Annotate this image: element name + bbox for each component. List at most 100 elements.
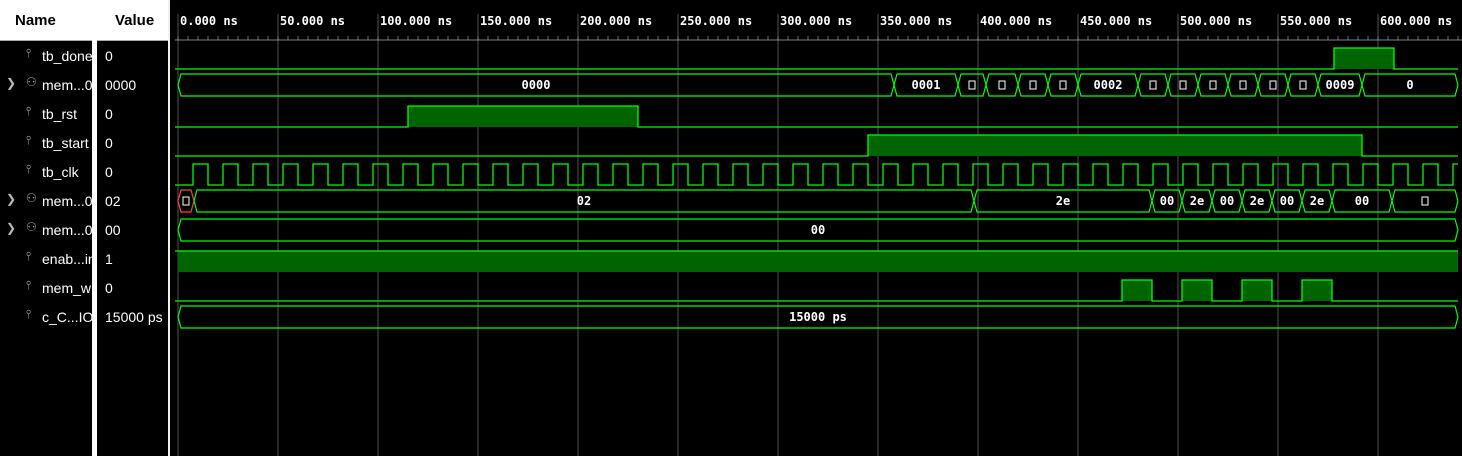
expand-chevron-icon[interactable]: ❯: [6, 192, 16, 206]
mem-bus-1-wave-segment: [1287, 73, 1319, 97]
tb-start-wave-high-fill: [868, 135, 1362, 156]
tb-rst-wave-high-fill: [408, 106, 638, 127]
signal-value-row-tb-done: 0: [97, 42, 168, 71]
signal-name-row-enable[interactable]: ⫯ enab...in: [0, 245, 92, 274]
mem-w-wave-high-fill: [1302, 280, 1332, 301]
signal-value: 0000: [105, 77, 137, 93]
signal-name-row-tb-rst[interactable]: ⫯ tb_rst: [0, 100, 92, 129]
tb-rst-wave-trace: [175, 105, 1458, 128]
expand-chevron-icon[interactable]: ❯: [6, 76, 16, 90]
mem-bus-2-wave-value-label: 00: [1160, 194, 1174, 208]
time-axis-label: 250.000 ns: [680, 14, 752, 28]
mem-bus-2-wave-value-label: 2e: [1056, 194, 1070, 208]
signal-name-row-mem-bus-1[interactable]: ❯ ⚇ mem...0: [0, 71, 92, 100]
mem-bus-1-wave-collapsed-value-icon: [1029, 80, 1037, 90]
mem-w-wave-high-fill: [1182, 280, 1212, 301]
mem-bus-3-wave-value-label: 00: [811, 223, 825, 237]
mem-bus-1-wave-segment: [1257, 73, 1289, 97]
bit-signal-icon: ⫯: [26, 133, 32, 147]
mem-bus-2-wave-segment: [177, 189, 195, 213]
mem-bus-1-wave-value-label: 0001: [912, 78, 941, 92]
time-axis-label: 450.000 ns: [1080, 14, 1152, 28]
time-axis-label: 350.000 ns: [880, 14, 952, 28]
bus-signal-icon: ⚇: [26, 220, 37, 234]
mem-bus-2-wave-collapsed-value-icon: [182, 196, 190, 206]
signal-value: 15000 ps: [105, 309, 163, 325]
tb-done-wave-high-fill: [1334, 48, 1394, 69]
signal-name-row-tb-clk[interactable]: ⫯ tb_clk: [0, 158, 92, 187]
bus-signal-icon: ⚇: [26, 75, 37, 89]
signal-name: tb_start: [42, 135, 89, 151]
time-axis-label: 50.000 ns: [280, 14, 345, 28]
signal-name-row-tb-start[interactable]: ⫯ tb_start: [0, 129, 92, 158]
signal-value-row-tb-start: 0: [97, 129, 168, 158]
clk-period-wave-value-label: 15000 ps: [789, 310, 847, 324]
enable-wave-high-fill: [178, 251, 1458, 272]
signal-name: tb_rst: [42, 106, 78, 122]
time-axis-label: 0.000 ns: [180, 14, 238, 28]
tb-clk-wave-trace: [175, 163, 1458, 186]
mem-bus-1-wave-segment: [1227, 73, 1259, 97]
signal-name: mem_w: [42, 280, 92, 296]
mem-bus-2-wave-value-label: 2e: [1310, 194, 1324, 208]
value-column-header[interactable]: Value: [97, 0, 168, 41]
signal-name: enab...in: [42, 251, 92, 267]
signal-name-row-mem-w[interactable]: ⫯ mem_w: [0, 274, 92, 303]
signal-name-row-clk-period[interactable]: ⫯ c_C...IOD: [0, 303, 92, 332]
bit-signal-icon: ⫯: [26, 162, 32, 176]
signal-value: 0: [105, 164, 113, 180]
mem-bus-1-wave-value-label: 0002: [1094, 78, 1123, 92]
signal-name: mem...0: [42, 193, 92, 209]
mem-bus-1-wave-segment: [957, 73, 987, 97]
signal-name: c_C...IOD: [42, 309, 92, 325]
time-axis-label: 200.000 ns: [580, 14, 652, 28]
expand-chevron-icon[interactable]: ❯: [6, 221, 16, 235]
mem-bus-1-wave-collapsed-value-icon: [1179, 80, 1187, 90]
time-axis-label: 300.000 ns: [780, 14, 852, 28]
bit-signal-icon: ⫯: [26, 278, 32, 292]
mem-bus-1-wave-collapsed-value-icon: [1299, 80, 1307, 90]
mem-bus-1-wave-value-label: 0009: [1326, 78, 1355, 92]
signal-value-row-enable: 1: [97, 245, 168, 274]
mem-w-wave-high-fill: [1242, 280, 1272, 301]
bit-signal-icon: ⫯: [26, 249, 32, 263]
signal-name-row-mem-bus-3[interactable]: ❯ ⚇ mem...0: [0, 216, 92, 245]
bit-signal-icon: ⫯: [26, 104, 32, 118]
mem-bus-2-wave-value-label: 00: [1280, 194, 1294, 208]
time-axis-label: 550.000 ns: [1280, 14, 1352, 28]
signal-value: 0: [105, 280, 113, 296]
mem-bus-1-wave-collapsed-value-icon: [1269, 80, 1277, 90]
signal-value-row-mem-bus-1: 0000: [97, 71, 168, 100]
bit-signal-icon: ⫯: [26, 46, 32, 60]
mem-bus-2-wave-collapsed-value-icon: [1421, 196, 1429, 206]
signal-value-row-clk-period: 15000 ps: [97, 303, 168, 332]
signal-value-row-tb-rst: 0: [97, 100, 168, 129]
time-axis-label: 400.000 ns: [980, 14, 1052, 28]
time-axis-label: 100.000 ns: [380, 14, 452, 28]
time-axis-label: 150.000 ns: [480, 14, 552, 28]
signal-value: 1: [105, 251, 113, 267]
signal-value: 0: [105, 48, 113, 64]
signal-value: 00: [105, 222, 121, 238]
signal-value-row-mem-bus-3: 00: [97, 216, 168, 245]
mem-bus-1-wave-collapsed-value-icon: [968, 80, 976, 90]
signal-name: tb_clk: [42, 164, 79, 180]
mem-bus-1-wave-value-label: 0000: [522, 78, 551, 92]
signal-name: mem...0: [42, 77, 92, 93]
signal-name-row-mem-bus-2[interactable]: ❯ ⚇ mem...0: [0, 187, 92, 216]
signal-value-row-mem-bus-2: 02: [97, 187, 168, 216]
bit-signal-icon: ⫯: [26, 307, 32, 321]
tb-done-wave-trace: [175, 47, 1458, 70]
waveform-canvas[interactable]: 0.000 ns 50.000 ns 100.000 ns 150.000 ns 200…: [175, 0, 1462, 456]
mem-bus-1-wave-value-label: 0: [1406, 78, 1413, 92]
signal-value: 0: [105, 135, 113, 151]
signal-name: mem...0: [42, 222, 92, 238]
name-column-header[interactable]: Name: [0, 0, 92, 41]
mem-bus-2-wave-value-label: 00: [1220, 194, 1234, 208]
signal-name-row-tb-done[interactable]: ⫯ tb_done: [0, 42, 92, 71]
mem-bus-1-wave-collapsed-value-icon: [1149, 80, 1157, 90]
mem-bus-2-wave-value-label: 2e: [1250, 194, 1264, 208]
mem-bus-1-wave-segment: [985, 73, 1019, 97]
mem-bus-1-wave-segment: [1197, 73, 1229, 97]
mem-bus-1-wave-segment: [1047, 73, 1079, 97]
